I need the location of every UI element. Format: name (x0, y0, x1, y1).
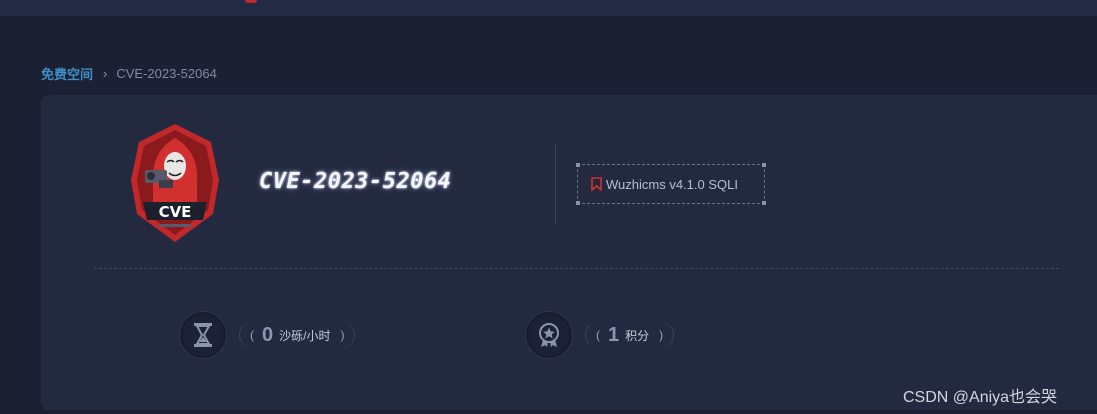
points-stat: ( 1 积分 ) (525, 310, 675, 360)
medal-icon (525, 311, 573, 359)
points-value: 1 (608, 323, 620, 346)
close-paren: ) (659, 328, 664, 342)
sand-rate-unit: 沙砾/小时 (279, 328, 331, 343)
open-paren: ( (250, 328, 254, 342)
breadcrumb-home-link[interactable]: 免费空间 (41, 64, 93, 83)
close-paren: ) (340, 328, 345, 342)
tag-corner (576, 163, 580, 167)
points-unit: 积分 (625, 328, 650, 343)
breadcrumb-current: CVE-2023-52064 (116, 65, 217, 81)
bookmark-icon (591, 177, 602, 191)
sand-rate-value: 0 (262, 323, 274, 346)
sand-rate-pill: ( 0 沙砾/小时 ) (239, 322, 356, 348)
page: 免费空间 › CVE-2023-52064 CVE CVE-2023-52064 (0, 0, 1097, 414)
top-nav-bar (0, 0, 1097, 16)
sand-rate-stat: ( 0 沙砾/小时 ) (179, 310, 356, 360)
vertical-divider (555, 143, 556, 225)
open-paren: ( (596, 328, 600, 342)
hourglass-icon (179, 311, 227, 359)
challenge-tag[interactable]: Wuzhicms v4.1.0 SQLI (576, 163, 766, 205)
points-pill: ( 1 积分 ) (585, 322, 675, 348)
logo-text: CVE (159, 203, 192, 221)
csdn-watermark: CSDN @Aniya也会哭 (903, 389, 1058, 406)
breadcrumb: 免费空间 › CVE-2023-52064 (41, 64, 217, 82)
tag-corner (762, 163, 766, 167)
horizontal-divider (94, 268, 1059, 269)
challenge-card: CVE CVE-2023-52064 Wuzhicms v4.1.0 SQLI (41, 95, 1097, 410)
breadcrumb-separator-icon: › (103, 65, 108, 81)
tag-corner (762, 201, 766, 205)
cve-logo: CVE (131, 124, 219, 242)
nav-active-indicator (245, 0, 257, 3)
challenge-title: CVE-2023-52064 (259, 169, 452, 194)
tag-corner (576, 201, 580, 205)
tag-label: Wuzhicms v4.1.0 SQLI (606, 176, 738, 192)
